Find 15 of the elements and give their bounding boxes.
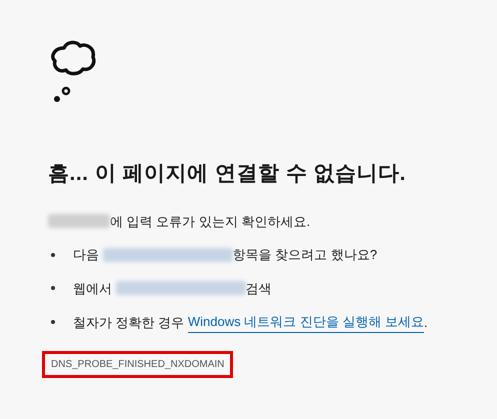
- suggestion-text: 검색: [246, 280, 272, 298]
- suggestion-text: .: [424, 314, 428, 332]
- typo-hint-text: 에 입력 오류가 있는지 확인하세요.: [110, 212, 310, 230]
- bullet: [51, 252, 55, 257]
- suggestion-text: 철자가 정확한 경우: [73, 314, 186, 332]
- blurred-text: [48, 214, 110, 228]
- diagnostics-link[interactable]: Windows 네트워크 진단을 실행해 보세요: [188, 312, 424, 332]
- suggestion-text: 항목을 찾으려고 했나요?: [232, 246, 378, 264]
- bullet: [51, 320, 55, 324]
- suggestion-text: 다음: [73, 246, 100, 264]
- error-heading: 흠... 이 페이지에 연결할 수 없습니다.: [48, 161, 408, 187]
- error-code: DNS_PROBE_FINISHED_NXDOMAIN: [42, 350, 234, 378]
- thought-bubble-icon: [50, 40, 96, 102]
- bullet: [51, 286, 55, 290]
- suggestion-text: 웹에서: [73, 280, 113, 298]
